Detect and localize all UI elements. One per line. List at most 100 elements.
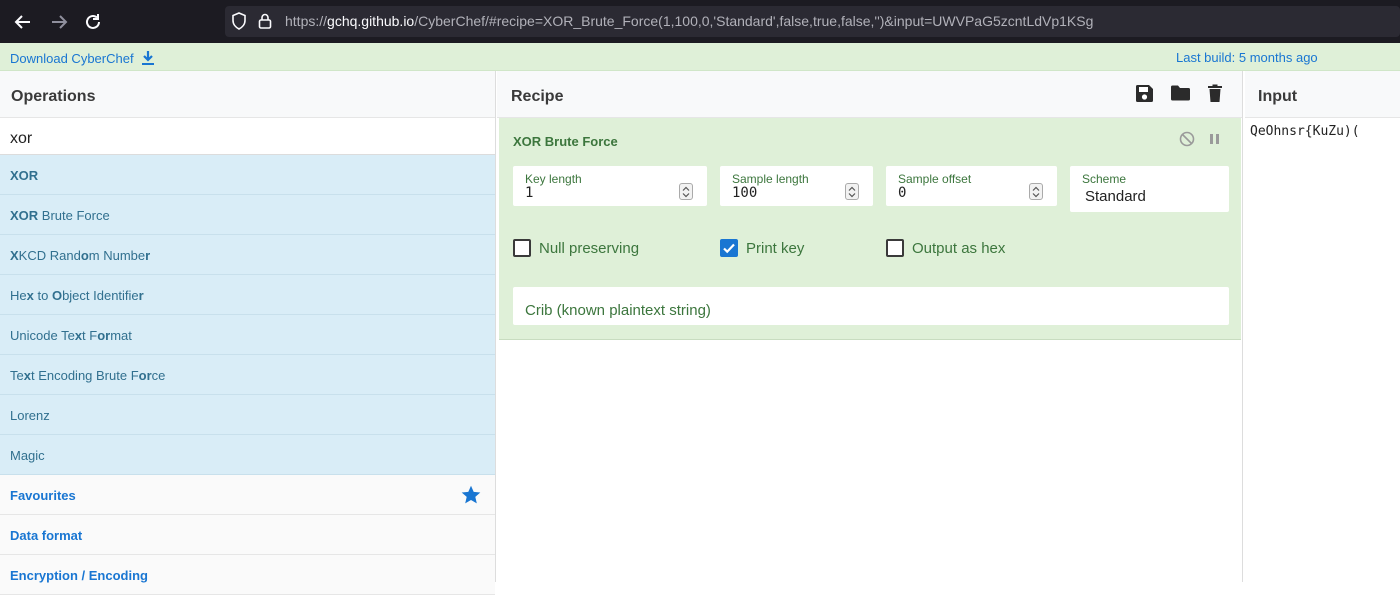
url-path: /CyberChef/#recipe=XOR_Brute_Force(1,100…: [414, 13, 1094, 29]
operation-result-text: x: [23, 368, 31, 383]
operation-result-text: Lorenz: [10, 408, 50, 423]
output-as-hex-box[interactable]: [886, 239, 904, 257]
operations-panel: Operations xor XOR XOR Brute Force XKCD Ra…: [0, 71, 496, 595]
output-as-hex-label: Output as hex: [912, 239, 1006, 257]
pause-icon[interactable]: [1209, 131, 1221, 152]
operation-categories: Favourites Data format Encryption / Encodi…: [0, 475, 495, 595]
sample-length-label: Sample length: [732, 172, 809, 186]
print-key-box[interactable]: [720, 239, 738, 257]
back-arrow-icon[interactable]: [12, 11, 34, 33]
crib-placeholder: Crib (known plaintext string): [525, 302, 711, 319]
tracking-shield-icon[interactable]: [231, 12, 247, 35]
category-label: Encryption / Encoding: [10, 568, 148, 583]
operation-result-text: x: [26, 288, 34, 303]
crib-input[interactable]: Crib (known plaintext string): [513, 287, 1229, 325]
operation-result-item[interactable]: XOR: [0, 155, 495, 195]
lock-icon[interactable]: [258, 12, 272, 35]
category-label: Favourites: [10, 488, 76, 503]
download-icon: [141, 51, 154, 65]
operation-result-item[interactable]: Hex to Object Identifier: [0, 275, 495, 315]
output-as-hex-checkbox[interactable]: Output as hex: [886, 239, 1005, 257]
category-label: Data format: [10, 528, 83, 543]
recipe-header: Recipe: [497, 71, 1242, 118]
operation-result-text: t F: [82, 328, 98, 343]
operation-result-text: Te: [10, 368, 24, 383]
scheme-label: Scheme: [1082, 172, 1127, 186]
forward-arrow-icon[interactable]: [48, 11, 70, 33]
category-data-format[interactable]: Data format: [0, 515, 495, 555]
trash-icon[interactable]: [1207, 84, 1223, 108]
xor-brute-force-operation[interactable]: XOR Brute Force Key length 1 Sample leng…: [499, 118, 1241, 340]
operation-result-text: bject Identifie: [62, 288, 139, 303]
recipe-title: Recipe: [511, 88, 564, 105]
url-prefix: https://: [285, 13, 328, 29]
operation-result-text: X: [10, 248, 19, 263]
operation-result-text: o: [80, 248, 89, 263]
operation-result-text: t Encoding Brute F: [30, 368, 139, 383]
checkmark-icon: [723, 243, 735, 254]
save-icon[interactable]: [1135, 84, 1154, 108]
folder-icon[interactable]: [1170, 84, 1191, 107]
operation-result-text: Magic: [10, 448, 45, 463]
operation-result-text: KCD Rand: [18, 248, 81, 263]
input-panel: Input QeOhnsr{KuZu)(: [1245, 71, 1400, 582]
operation-result-text: mat: [110, 328, 132, 343]
operation-result-text: x: [74, 328, 83, 343]
print-key-checkbox[interactable]: Print key: [720, 239, 804, 257]
operation-result-item[interactable]: Lorenz: [0, 395, 495, 435]
key-length-field[interactable]: Key length 1: [513, 166, 707, 206]
last-build-link[interactable]: Last build: 5 months ago: [1176, 50, 1318, 65]
scheme-select[interactable]: Scheme Standard: [1070, 166, 1229, 212]
operation-result-text: He: [10, 288, 27, 303]
operation-result-item[interactable]: Magic: [0, 435, 495, 475]
sample-offset-label: Sample offset: [898, 172, 972, 186]
download-label: Download CyberChef: [10, 50, 134, 66]
scheme-value: Standard: [1085, 188, 1146, 205]
operation-result-item[interactable]: XOR Brute Force: [0, 195, 495, 235]
operations-results: XOR XOR Brute Force XKCD Random Number Hex …: [0, 155, 495, 475]
banner: Download CyberChef Last build: 5 months …: [0, 43, 1400, 71]
category-encryption-encoding[interactable]: Encryption / Encoding: [0, 555, 495, 595]
operation-result-text: r: [138, 288, 144, 303]
sample-length-value: 100: [732, 185, 758, 201]
disable-icon[interactable]: [1179, 131, 1195, 152]
input-title: Input: [1245, 71, 1400, 118]
operation-result-text: Unicode Te: [10, 328, 75, 343]
operation-result-text: XOR: [10, 168, 39, 183]
sample-offset-value: 0: [898, 185, 907, 201]
operation-result-text: XOR: [10, 208, 39, 223]
sample-offset-field[interactable]: Sample offset 0: [886, 166, 1057, 206]
operation-result-text: ce: [151, 368, 166, 383]
sample-length-stepper[interactable]: [845, 183, 859, 200]
operation-result-item[interactable]: XKCD Random Number: [0, 235, 495, 275]
operations-title: Operations: [0, 71, 495, 118]
null-preserving-box[interactable]: [513, 239, 531, 257]
sample-length-field[interactable]: Sample length 100: [720, 166, 873, 206]
download-cyberchef-link[interactable]: Download CyberChef: [10, 50, 155, 66]
operation-result-item[interactable]: Text Encoding Brute Force: [0, 355, 495, 395]
input-textarea[interactable]: QeOhnsr{KuZu)(: [1250, 124, 1360, 139]
star-icon[interactable]: [461, 485, 481, 507]
recipe-panel: Recipe XOR Brute Force Key length 1 Samp…: [497, 71, 1243, 582]
sample-offset-stepper[interactable]: [1029, 183, 1043, 200]
print-key-label: Print key: [746, 239, 805, 257]
url-text[interactable]: https://gchq.github.io/CyberChef/#recipe…: [285, 13, 1093, 29]
operation-result-text: or: [138, 368, 152, 383]
operation-result-text: O: [51, 288, 63, 303]
null-preserving-checkbox[interactable]: Null preserving: [513, 239, 639, 257]
key-length-value: 1: [525, 185, 534, 201]
operation-result-text: to: [33, 288, 52, 303]
null-preserving-label: Null preserving: [539, 239, 640, 257]
category-favourites[interactable]: Favourites: [0, 475, 495, 515]
operations-search-input[interactable]: xor: [0, 118, 495, 155]
operation-result-text: Brute Force: [38, 208, 110, 223]
operation-result-text: m Numbe: [88, 248, 146, 263]
operation-result-item[interactable]: Unicode Text Format: [0, 315, 495, 355]
reload-icon[interactable]: [82, 11, 104, 33]
operation-result-text: r: [145, 248, 151, 263]
operation-title: XOR Brute Force: [513, 134, 618, 149]
key-length-label: Key length: [525, 172, 582, 186]
key-length-stepper[interactable]: [679, 183, 693, 200]
url-host: gchq.github.io: [327, 13, 415, 29]
operation-result-text: or: [97, 328, 111, 343]
